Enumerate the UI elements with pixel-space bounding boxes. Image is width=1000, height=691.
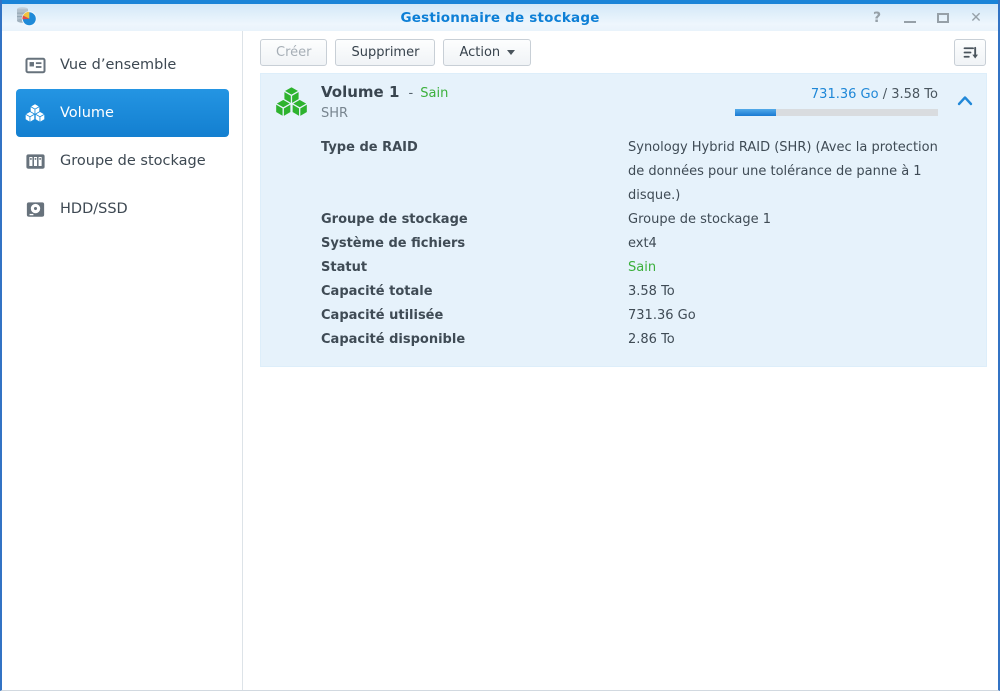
chevron-down-icon: [507, 50, 516, 55]
window-title: Gestionnaire de stockage: [400, 9, 600, 26]
volume-name-separator: -: [408, 86, 414, 101]
detail-label: Groupe de stockage: [321, 212, 468, 227]
volume-total-capacity-text: 3.58 To: [891, 87, 938, 102]
detail-value: Groupe de stockage 1: [628, 212, 771, 227]
detail-value: 731.36 Go: [628, 308, 696, 323]
create-button-label: Créer: [276, 44, 312, 60]
volume-panel: Volume 1 - Sain SHR 731.36 Go / 3.58 To: [260, 73, 987, 367]
detail-label: Système de fichiers: [321, 236, 466, 251]
storage-pool-icon: [23, 149, 47, 173]
detail-row-filesystem: Système de fichiers ext4: [321, 232, 986, 256]
sidebar-item-hdd-ssd[interactable]: HDD/SSD: [16, 185, 229, 233]
detail-value: ext4: [628, 236, 657, 251]
sidebar-item-storage-pool[interactable]: Groupe de stockage: [16, 137, 229, 185]
sidebar-item-label: Volume: [60, 105, 114, 121]
sort-button[interactable]: [954, 38, 986, 66]
detail-row-used-capacity: Capacité utilisée 731.36 Go: [321, 304, 986, 328]
detail-row-raid-type: Type de RAID Synology Hybrid RAID (SHR) …: [321, 136, 986, 208]
storage-manager-app-icon: [17, 7, 37, 27]
detail-value: 3.58 To: [628, 284, 675, 299]
detail-row-available-capacity: Capacité disponible 2.86 To: [321, 328, 986, 352]
toolbar: Créer Supprimer Action: [243, 31, 998, 73]
volume-cubes-icon: [23, 101, 47, 125]
delete-button[interactable]: Supprimer: [335, 38, 436, 66]
sidebar: Vue d’ensemble Volume Groupe de stockage…: [2, 31, 243, 690]
collapse-chevron-icon[interactable]: [957, 95, 973, 106]
volume-details: Type de RAID Synology Hybrid RAID (SHR) …: [261, 126, 986, 352]
delete-button-label: Supprimer: [351, 44, 420, 60]
volume-status-badge: Sain: [420, 86, 449, 101]
detail-label: Capacité totale: [321, 284, 433, 299]
detail-label: Statut: [321, 260, 368, 275]
create-button[interactable]: Créer: [260, 38, 328, 66]
help-icon[interactable]: ?: [869, 10, 885, 26]
detail-value: Synology Hybrid RAID (SHR) (Avec la prot…: [628, 140, 938, 203]
volume-name-block: Volume 1 - Sain SHR: [321, 82, 448, 124]
detail-row-status: Statut Sain: [321, 256, 986, 280]
volume-usage-bar: [735, 109, 938, 116]
volume-usage-fill: [735, 109, 777, 116]
sidebar-item-label: Vue d’ensemble: [60, 57, 177, 73]
action-dropdown-button[interactable]: Action: [443, 38, 532, 66]
main-content: Créer Supprimer Action Volume 1 - Sain S…: [243, 31, 998, 690]
detail-label: Type de RAID: [321, 140, 418, 155]
action-button-label: Action: [459, 44, 501, 60]
detail-value: 2.86 To: [628, 332, 675, 347]
volume-raid-type: SHR: [321, 106, 349, 121]
detail-label: Capacité disponible: [321, 332, 466, 347]
detail-row-total-capacity: Capacité totale 3.58 To: [321, 280, 986, 304]
titlebar[interactable]: Gestionnaire de stockage ? ✕: [2, 4, 998, 31]
sidebar-item-volume[interactable]: Volume: [16, 89, 229, 137]
sidebar-item-label: Groupe de stockage: [60, 153, 206, 169]
detail-row-storage-pool: Groupe de stockage Groupe de stockage 1: [321, 208, 986, 232]
window-controls: ? ✕: [869, 4, 984, 31]
volume-panel-header[interactable]: Volume 1 - Sain SHR 731.36 Go / 3.58 To: [261, 74, 986, 126]
volume-usage-block: 731.36 Go / 3.58 To: [735, 87, 938, 116]
volume-name: Volume 1: [321, 83, 400, 101]
minimize-icon[interactable]: [902, 10, 918, 26]
close-icon[interactable]: ✕: [968, 10, 984, 26]
overview-icon: [23, 53, 47, 77]
sidebar-item-overview[interactable]: Vue d’ensemble: [16, 41, 229, 89]
hdd-ssd-icon: [23, 197, 47, 221]
volume-used-capacity-text: 731.36 Go: [810, 87, 879, 102]
sort-icon: [963, 46, 978, 58]
storage-manager-window: Gestionnaire de stockage ? ✕ Vue d’ensem…: [0, 0, 1000, 691]
detail-label: Capacité utilisée: [321, 308, 444, 323]
volume-icon: [274, 85, 309, 118]
detail-value-status: Sain: [628, 260, 657, 275]
sidebar-item-label: HDD/SSD: [60, 201, 128, 217]
maximize-icon[interactable]: [935, 10, 951, 26]
usage-separator: /: [882, 87, 888, 102]
